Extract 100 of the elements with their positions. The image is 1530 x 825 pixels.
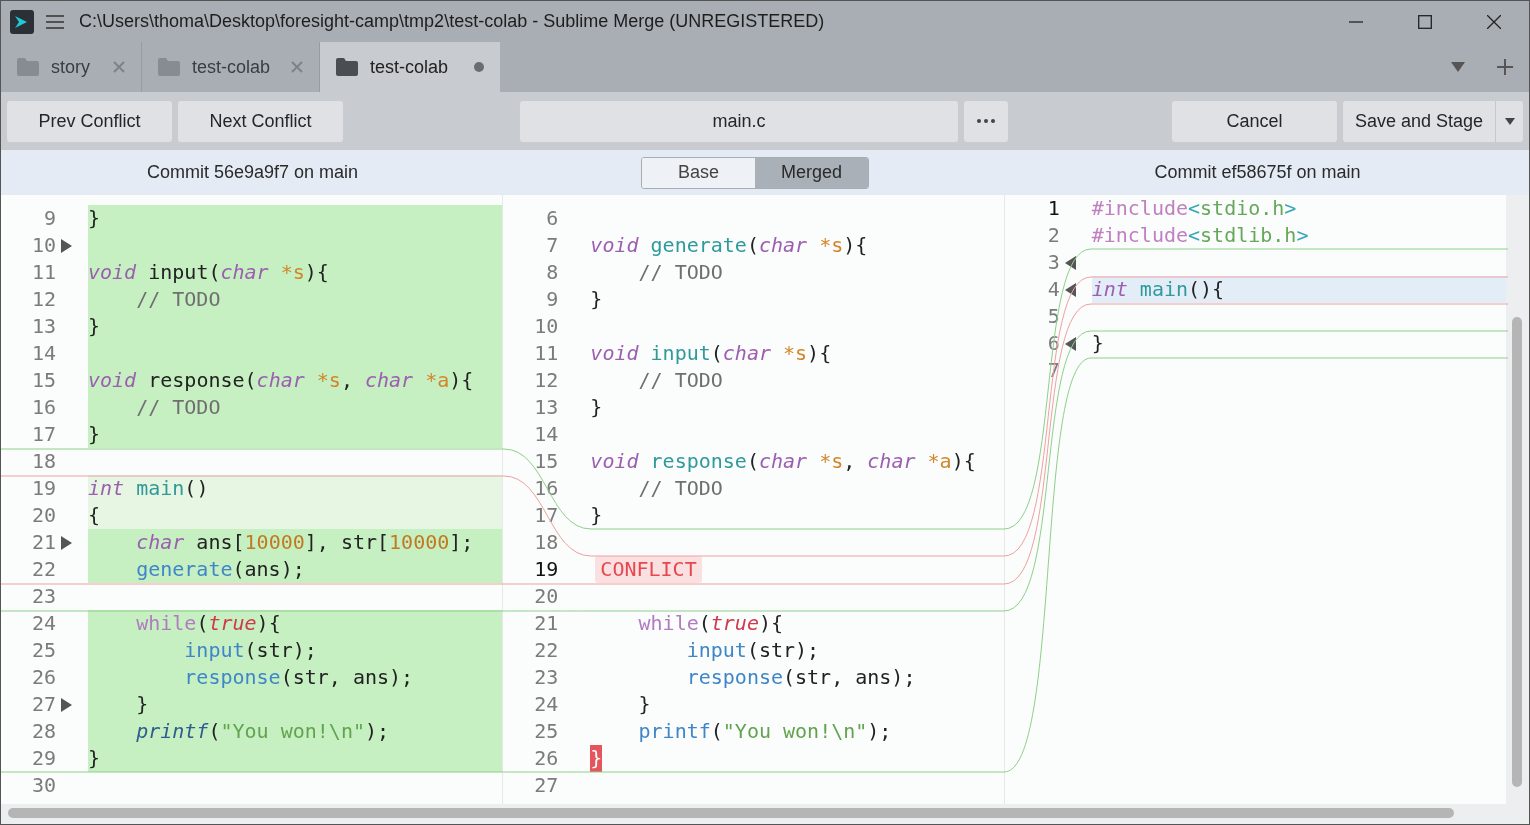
window-title: C:\Users\thoma\Desktop\foresight-camp\tmp2\test-colab - Sublime Merge (UNREGISTERED) xyxy=(79,11,825,32)
tab[interactable]: test-colab xyxy=(320,42,500,92)
line-number: 28 xyxy=(30,718,56,745)
conflict-badge: CONFLICT xyxy=(590,556,1004,583)
commit-label: Commit 56e9a9f7 on main xyxy=(146,162,359,182)
triangle-right-icon[interactable] xyxy=(61,238,72,253)
triangle-right-icon[interactable] xyxy=(61,535,72,550)
code-line: void input(char *s){ xyxy=(590,340,833,367)
line-number: 7 xyxy=(1046,357,1060,384)
code-line: input(str); xyxy=(685,637,821,664)
code-line: response(str, ans); xyxy=(685,664,917,691)
plus-icon[interactable] xyxy=(1497,59,1513,75)
close-icon[interactable] xyxy=(1487,14,1501,29)
triangle-right-icon[interactable] xyxy=(61,697,72,712)
line-number: 22 xyxy=(30,556,56,583)
cancel-button[interactable]: Cancel xyxy=(1172,100,1337,142)
line-number: 14 xyxy=(30,340,56,367)
line-number: 23 xyxy=(30,583,56,610)
line-number: 9 xyxy=(42,205,56,232)
code-line: // TODO xyxy=(637,259,724,286)
folder-icon xyxy=(158,58,180,76)
prev-conflict-button[interactable]: Prev Conflict xyxy=(7,100,172,142)
triangle-left-icon[interactable] xyxy=(1064,282,1076,297)
code-line: while(true){ xyxy=(637,610,785,637)
triangle-left-icon[interactable] xyxy=(1064,255,1076,270)
code-line: } xyxy=(1091,330,1105,357)
save-and-stage-button[interactable]: Save and Stage xyxy=(1343,100,1495,142)
line-number: 25 xyxy=(30,637,56,664)
line-number: 24 xyxy=(533,691,559,718)
code-line: void response(char *s, char *a){ xyxy=(590,448,977,475)
code-line: } xyxy=(590,502,604,529)
view-toggle[interactable]: Base xyxy=(642,157,755,188)
line-number: 24 xyxy=(30,610,56,637)
line-number: 20 xyxy=(533,583,559,610)
line-number: 10 xyxy=(30,232,56,259)
line-number: 19 xyxy=(30,475,56,502)
code-line: #include<stdio.h> xyxy=(1091,195,1298,222)
line-number: 29 xyxy=(30,745,56,772)
line-number: 8 xyxy=(545,259,559,286)
line-number: 13 xyxy=(533,394,559,421)
line-number: 25 xyxy=(533,718,559,745)
caret-down-icon[interactable] xyxy=(1451,62,1465,72)
horizontal-scrollbar[interactable] xyxy=(1,804,1529,824)
line-number: 14 xyxy=(533,421,559,448)
line-number: 18 xyxy=(30,448,56,475)
code-line: // TODO xyxy=(637,475,724,502)
triangle-left-icon[interactable] xyxy=(1064,336,1076,351)
line-number: 18 xyxy=(533,529,559,556)
code-line: #include<stdlib.h> xyxy=(1091,222,1310,249)
code-line: } xyxy=(590,286,604,313)
line-number: 21 xyxy=(533,610,559,637)
line-number: 15 xyxy=(533,448,559,475)
folder-icon xyxy=(336,58,358,76)
line-number: 6 xyxy=(1046,330,1060,357)
line-number: 13 xyxy=(30,313,56,340)
line-number: 12 xyxy=(30,286,56,313)
code-line: } xyxy=(637,691,652,718)
line-number: 16 xyxy=(533,475,559,502)
caret-down-icon xyxy=(1504,117,1515,125)
line-number: 26 xyxy=(533,745,559,772)
line-number: 2 xyxy=(1046,222,1060,249)
line-number: 12 xyxy=(533,367,559,394)
vertical-scrollbar[interactable] xyxy=(1506,195,1529,804)
line-number: 27 xyxy=(30,691,56,718)
view-toggle[interactable]: Merged xyxy=(755,157,868,188)
commit-label: Commit ef58675f on main xyxy=(1154,162,1361,182)
menu-icon[interactable] xyxy=(46,14,64,29)
line-number: 10 xyxy=(533,313,559,340)
line-number: 23 xyxy=(533,664,559,691)
line-number: 7 xyxy=(545,232,559,259)
line-number: 9 xyxy=(545,286,559,313)
dropdown-button[interactable] xyxy=(1495,100,1523,142)
line-number: 21 xyxy=(30,529,56,556)
line-number: 4 xyxy=(1046,276,1060,303)
line-number: 19 xyxy=(533,556,559,583)
line-number: 11 xyxy=(533,340,559,367)
line-number: 30 xyxy=(30,772,56,799)
folder-icon xyxy=(17,58,39,76)
line-number: 3 xyxy=(1046,249,1060,276)
line-number: 16 xyxy=(30,394,56,421)
line-number: 15 xyxy=(30,367,56,394)
maximize-icon[interactable] xyxy=(1418,14,1432,29)
code-line: // TODO xyxy=(637,367,724,394)
line-number: 26 xyxy=(30,664,56,691)
file-name-field[interactable]: main.c xyxy=(520,100,958,142)
line-number: 17 xyxy=(533,502,559,529)
code-line: } xyxy=(590,394,604,421)
line-number: 27 xyxy=(533,772,559,799)
line-number: 11 xyxy=(30,259,56,286)
line-number: 6 xyxy=(545,205,559,232)
line-number: 22 xyxy=(533,637,559,664)
line-number: 1 xyxy=(1046,195,1060,222)
code-line: void generate(char *s){ xyxy=(590,232,869,259)
code-line: printf("You won!\n"); xyxy=(637,718,893,745)
app-logo-icon xyxy=(10,9,34,34)
line-number: 17 xyxy=(30,421,56,448)
next-conflict-button[interactable]: Next Conflict xyxy=(178,100,343,142)
more-icon xyxy=(977,119,995,123)
line-number: 20 xyxy=(30,502,56,529)
line-number: 5 xyxy=(1046,303,1060,330)
